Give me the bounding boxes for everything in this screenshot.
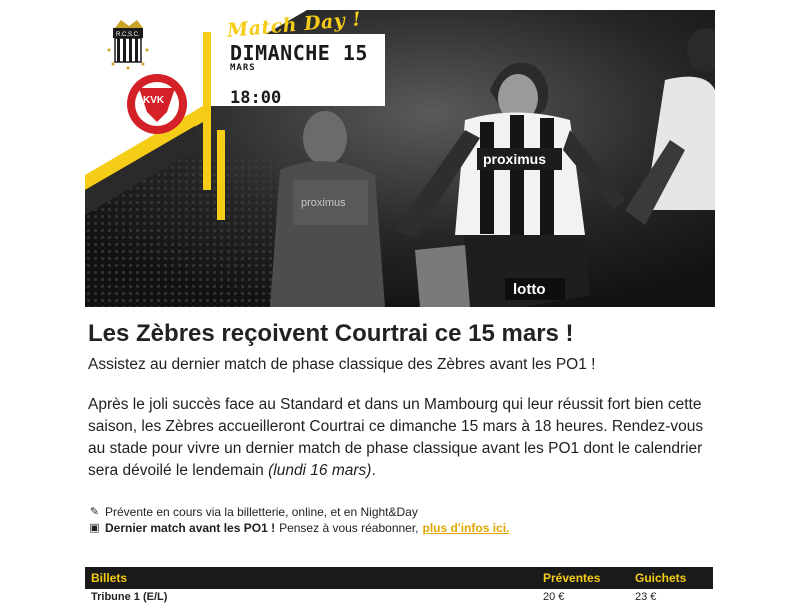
article-subtitle: Assistez au dernier match de phase class… <box>88 356 596 373</box>
hero-graphic: proximus proximus lotto R.C.S.C. KVK <box>85 10 715 307</box>
match-time: 18:00 <box>230 88 282 108</box>
article-title: Les Zèbres reçoivent Courtrai ce 15 mars… <box>88 320 574 347</box>
ticket-notes: ✎ Prévente en cours via la billetterie, … <box>88 504 718 536</box>
article-body: Après le joli succès face au Standard et… <box>88 394 708 482</box>
article-body-end: . <box>371 462 376 479</box>
article-body-text: Après le joli succès face au Standard et… <box>88 396 704 479</box>
header-preventes: Préventes <box>537 567 629 589</box>
shorts-sponsor: lotto <box>513 281 545 298</box>
article-body-date: (lundi 16 mars) <box>268 462 372 479</box>
match-hero-banner: proximus proximus lotto R.C.S.C. KVK Mat… <box>85 10 715 307</box>
ticket-icon: ✎ <box>89 506 100 518</box>
match-month: MARS <box>230 63 256 73</box>
header-billets: Billets <box>85 567 537 589</box>
last-match-text: Pensez à vous réabonner, <box>279 521 419 535</box>
presale-text: Prévente en cours via la billetterie, on… <box>105 505 418 519</box>
prices-header-row: Billets Préventes Guichets <box>85 567 713 589</box>
presale-price: 20 € <box>543 591 565 603</box>
svg-text:KVK: KVK <box>143 95 165 106</box>
ticket-category: Tribune 1 (E/L) <box>91 591 168 603</box>
prices-table: Billets Préventes Guichets Tribune 1 (E/… <box>85 567 713 605</box>
left-jersey-sponsor: proximus <box>301 197 346 209</box>
header-guichets: Guichets <box>629 567 713 589</box>
stadium-icon: ▣ <box>89 522 100 534</box>
last-match-note: ▣ Dernier match avant les PO1 ! Pensez à… <box>88 520 718 536</box>
more-info-link[interactable]: plus d'infos ici. <box>423 520 510 536</box>
away-club-crest: KVK <box>127 74 187 134</box>
table-row: Tribune 1 (E/L) 20 € 23 € <box>85 589 713 605</box>
counter-price: 23 € <box>635 591 657 603</box>
match-day-date: DIMANCHE 15 <box>230 41 368 65</box>
article-content: Les Zèbres reçoivent Courtrai ce 15 mars… <box>88 320 718 536</box>
last-match-bold: Dernier match avant les PO1 ! <box>105 521 276 535</box>
center-jersey-sponsor: proximus <box>483 151 546 167</box>
presale-note: ✎ Prévente en cours via la billetterie, … <box>88 504 718 520</box>
svg-text:R.C.S.C.: R.C.S.C. <box>116 32 140 38</box>
